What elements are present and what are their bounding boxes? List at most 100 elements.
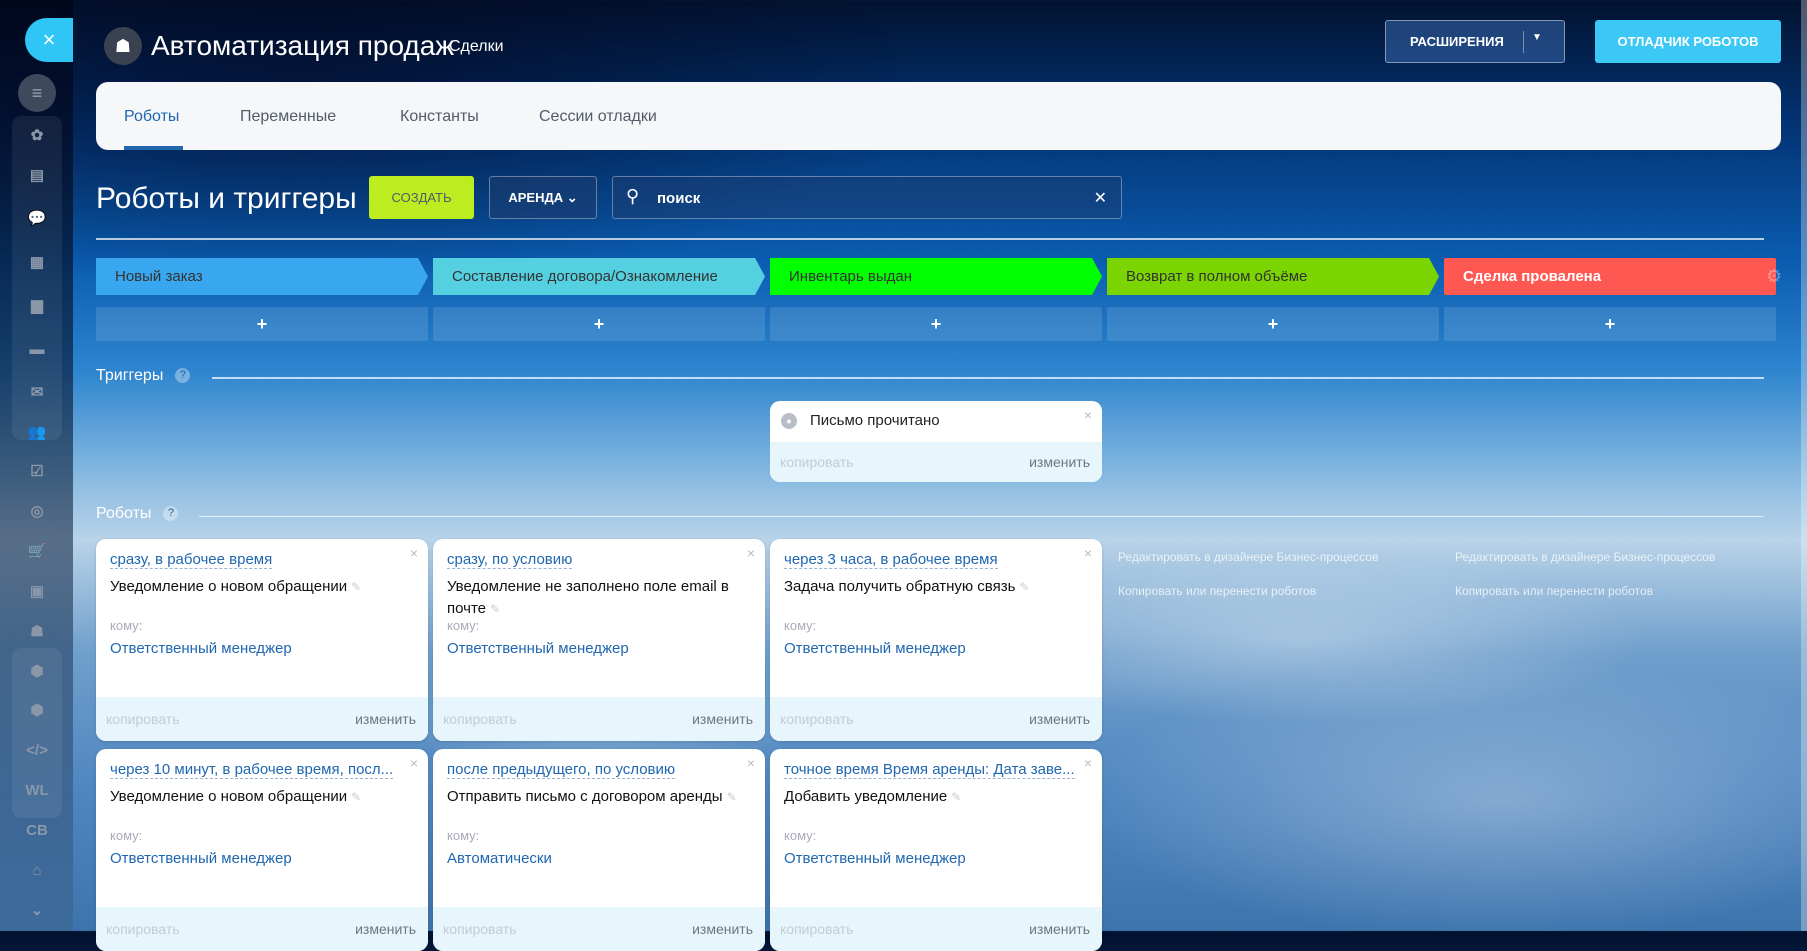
scrollbar[interactable] [1801,0,1807,931]
close-icon[interactable]: × [747,545,755,561]
robot-card[interactable]: сразу, по условию × Уведомление не заполне… [433,539,765,741]
cb-icon[interactable]: CB [24,820,50,842]
pencil-icon[interactable]: ✎ [727,790,737,804]
tab-bar: Роботы Переменные Константы Сессии отлад… [96,82,1781,150]
robot-card[interactable]: после предыдущего, по условию × Отправить … [433,749,765,951]
robot-card[interactable]: точное время Время аренды: Дата заве... ×… [770,749,1102,951]
recipient-label: кому: [447,618,480,633]
pencil-icon[interactable]: ✎ [351,790,361,804]
robot-condition-link[interactable]: через 3 часа, в рабочее время [784,551,998,569]
drive-icon[interactable]: ▬ [24,339,50,361]
robot-name: Добавить уведомление ✎ [784,786,1080,808]
clear-search-icon[interactable]: ✕ [1094,188,1107,208]
close-icon[interactable]: × [1084,755,1092,771]
edit-link[interactable]: изменить [1029,921,1090,937]
extensions-button[interactable]: РАСШИРЕНИЯ ▼ [1385,20,1565,63]
add-robot-button[interactable]: + [1107,307,1439,341]
copy-link[interactable]: копировать [443,711,517,727]
gear-icon[interactable]: ⚙ [1766,266,1782,287]
robot-condition-link[interactable]: после предыдущего, по условию [447,761,676,779]
recipient-label: кому: [784,828,817,843]
stage-header[interactable]: Возврат в полном объёме [1107,258,1439,295]
edit-link[interactable]: изменить [1029,454,1090,470]
close-icon[interactable]: × [410,755,418,771]
robot-debugger-button[interactable]: ОТЛАДЧИК РОБОТОВ [1595,20,1781,63]
create-button[interactable]: СОЗДАТЬ [369,176,474,219]
edit-link[interactable]: изменить [1029,711,1090,727]
copy-link[interactable]: копировать [106,921,180,937]
stage-header[interactable]: Сделка провалена [1444,258,1776,295]
close-button[interactable]: × [25,18,73,62]
cart-icon[interactable]: 🛒 [24,541,50,563]
copy-link[interactable]: копировать [780,921,854,937]
code-icon[interactable]: </> [24,740,50,762]
crm-icon[interactable]: ✿ [24,125,50,147]
edit-link[interactable]: изменить [355,711,416,727]
close-icon[interactable]: × [747,755,755,771]
copy-move-robots-link[interactable]: Копировать или перенести роботов [1118,584,1316,598]
close-icon[interactable]: × [1084,407,1092,423]
chevron-down-icon[interactable]: ▼ [1532,32,1542,43]
wl-icon[interactable]: WL [24,780,50,802]
edit-link[interactable]: изменить [355,921,416,937]
copy-link[interactable]: копировать [443,921,517,937]
tab-debug-sessions[interactable]: Сессии отладки [539,108,657,126]
edit-link[interactable]: изменить [692,921,753,937]
pencil-icon[interactable]: ✎ [490,602,500,616]
copy-link[interactable]: копировать [106,711,180,727]
edit-in-designer-link[interactable]: Редактировать в дизайнере Бизнес-процесс… [1118,550,1378,564]
robot-condition-link[interactable]: точное время Время аренды: Дата заве... [784,761,1075,779]
tasks-icon[interactable]: ☑ [24,461,50,483]
bank-icon[interactable]: ⌂ [24,860,50,882]
robot-condition-link[interactable]: сразу, по условию [447,551,573,569]
card-footer: копировать изменить [770,697,1102,741]
stage-header[interactable]: Новый заказ [96,258,428,295]
users-icon[interactable]: 👥 [24,422,50,444]
copy-move-robots-link[interactable]: Копировать или перенести роботов [1455,584,1653,598]
target-icon[interactable]: ◎ [24,501,50,523]
active-tab-indicator [124,146,183,150]
add-robot-button[interactable]: + [96,307,428,341]
copy-link[interactable]: копировать [780,454,854,470]
stage-header[interactable]: Составление договора/Ознакомление [433,258,765,295]
calendar-icon[interactable]: ▦ [24,252,50,274]
help-icon[interactable]: ? [175,368,191,383]
robot-card[interactable]: через 3 часа, в рабочее время × Задача пол… [770,539,1102,741]
box-2-icon[interactable]: ⬢ [24,700,50,722]
tab-robots[interactable]: Роботы [124,108,179,126]
help-icon[interactable]: ? [163,506,179,521]
box-icon[interactable]: ⬢ [24,661,50,683]
divider [212,377,1764,379]
document-icon[interactable]: ▆ [24,295,50,317]
copy-link[interactable]: копировать [780,711,854,727]
window-icon[interactable]: ▤ [24,165,50,187]
close-icon[interactable]: × [1084,545,1092,561]
robot-icon[interactable]: ☗ [24,621,50,643]
tab-variables[interactable]: Переменные [240,108,336,126]
robot-condition-link[interactable]: через 10 минут, в рабочее время, посл... [110,761,394,779]
edit-link[interactable]: изменить [692,711,753,727]
search-icon: ⚲ [626,186,640,206]
pencil-icon[interactable]: ✎ [1019,580,1029,594]
category-dropdown[interactable]: АРЕНДА ⌄ [489,176,597,219]
mail-icon[interactable]: ✉ [24,382,50,404]
stage-header[interactable]: Инвентарь выдан [770,258,1102,295]
contact-card-icon[interactable]: ▣ [24,581,50,603]
add-robot-button[interactable]: + [770,307,1102,341]
close-icon[interactable]: × [410,545,418,561]
add-robot-button[interactable]: + [1444,307,1776,341]
add-robot-button[interactable]: + [433,307,765,341]
pencil-icon[interactable]: ✎ [351,580,361,594]
lock-icon: ● [781,413,797,429]
trigger-card[interactable]: ● Письмо прочитано × копировать изменить [770,401,1102,482]
search-input[interactable] [657,187,1057,209]
pencil-icon[interactable]: ✎ [951,790,961,804]
edit-in-designer-link[interactable]: Редактировать в дизайнере Бизнес-процесс… [1455,550,1715,564]
more-icon[interactable]: ⌄ [24,900,50,922]
robot-card[interactable]: через 10 минут, в рабочее время, посл...… [96,749,428,951]
robot-card[interactable]: сразу, в рабочее время × Уведомление о нов… [96,539,428,741]
chat-icon[interactable]: 💬 [24,208,50,230]
robot-condition-link[interactable]: сразу, в рабочее время [110,551,273,569]
funnel-icon[interactable]: ≡ [18,74,56,112]
tab-constants[interactable]: Константы [400,108,479,126]
